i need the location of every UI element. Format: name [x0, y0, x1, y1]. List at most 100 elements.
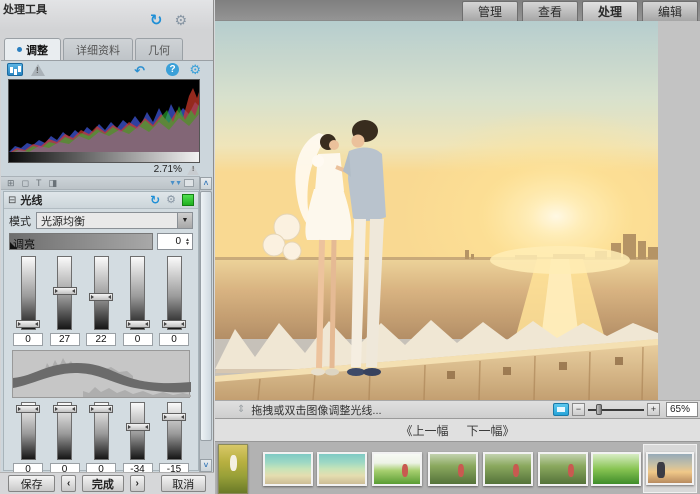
slider-handle[interactable] — [16, 405, 40, 413]
fit-image-icon[interactable] — [553, 403, 569, 416]
tone-slider[interactable] — [21, 402, 36, 460]
filmstrip-thumbnail[interactable] — [428, 452, 478, 486]
scroll-down-button[interactable]: ˅ — [200, 459, 212, 472]
cancel-button[interactable]: 取消 — [161, 475, 206, 492]
light-mode-dropdown[interactable]: 光源均衡 ▼ — [36, 212, 193, 229]
tone-slider[interactable] — [167, 256, 182, 330]
tool-text-icon[interactable]: T — [36, 178, 42, 188]
drag-hint-icon: ⇕ — [237, 404, 245, 415]
mode-tab-view[interactable]: 查看 — [522, 1, 578, 21]
zoom-out-button[interactable]: − — [572, 403, 585, 416]
scroll-up-button[interactable]: ˄ — [200, 177, 212, 190]
save-button[interactable]: 保存 — [8, 475, 55, 492]
filmstrip-thumbnail[interactable] — [538, 452, 588, 486]
slider-handle[interactable] — [53, 405, 77, 413]
filmstrip-thumbnail[interactable] — [263, 452, 313, 486]
filmstrip-thumbnail[interactable] — [218, 444, 248, 494]
slider-handle[interactable] — [89, 293, 113, 301]
thumbnail-image — [485, 454, 531, 484]
tab-adjust[interactable]: 调整 — [4, 38, 61, 60]
mode-tab-process[interactable]: 处理 — [582, 1, 638, 21]
tab-details[interactable]: 详细资料 — [63, 38, 133, 60]
thumbnail-image — [319, 454, 365, 484]
tone-slider[interactable] — [94, 402, 109, 460]
filmstrip-thumbnail-selected[interactable] — [646, 452, 694, 485]
slider-handle[interactable] — [89, 405, 113, 413]
next-image-link[interactable]: 下一幅》 — [467, 422, 515, 439]
tone-sliders-top: 0 27 22 0 0 — [4, 252, 198, 346]
exposure-warning-icon[interactable]: ! — [31, 64, 45, 76]
prev-step-button[interactable]: ‹ — [61, 475, 76, 492]
reset-icon[interactable]: ↻ — [150, 13, 163, 28]
mini-toolbar: ⊞ ◻ T ◨ ▼▼ — [1, 176, 200, 190]
panel-scrollbar[interactable]: ˄ ˅ — [199, 177, 212, 472]
undo-icon[interactable]: ↶ — [134, 63, 145, 79]
tone-slider[interactable] — [130, 256, 145, 330]
process-tool-panel: 处理工具 ↻ ⚙ 调整 详细资料 几何 ! ↶ ? ⚙ — [0, 0, 214, 494]
light-enabled-toggle[interactable] — [182, 194, 194, 206]
tone-curve-display — [12, 350, 190, 398]
light-settings-icon[interactable]: ⚙ — [166, 194, 176, 206]
zoom-slider[interactable] — [588, 403, 644, 416]
filmstrip-thumbnail[interactable] — [591, 452, 641, 486]
adjust-panel-content: ! ↶ ? ⚙ 2.71% ! — [1, 60, 213, 472]
tone-slider[interactable] — [94, 256, 109, 330]
settings-gear-icon[interactable]: ⚙ — [174, 13, 187, 28]
slider-handle[interactable] — [53, 287, 77, 295]
slider-handle[interactable] — [162, 413, 186, 421]
tone-slider[interactable] — [130, 402, 145, 460]
tool-split-icon[interactable]: ◨ — [49, 178, 58, 189]
scrollbar-thumb[interactable] — [200, 191, 212, 441]
histogram-icon[interactable] — [7, 63, 23, 76]
brighten-spinbox[interactable]: 0 ▲▼ — [157, 233, 193, 250]
zoom-slider-thumb[interactable] — [596, 404, 602, 415]
filmstrip-thumbnail[interactable] — [317, 452, 367, 486]
slider-value: 22 — [86, 333, 116, 346]
done-button[interactable]: 完成 — [82, 475, 124, 492]
help-icon[interactable]: ? — [166, 63, 179, 76]
zoom-in-button[interactable]: + — [647, 403, 660, 416]
prev-image-link[interactable]: 《上一幅 — [400, 422, 448, 439]
collapse-section-icon[interactable]: ⊟ — [8, 195, 16, 206]
dropdown-arrow-icon[interactable]: ▼ — [177, 213, 192, 228]
image-nav-bar: 《上一幅 下一幅》 — [215, 419, 700, 441]
tool-grid-icon[interactable]: ⊞ — [7, 178, 15, 189]
tone-slider[interactable] — [21, 256, 36, 330]
filmstrip-thumbnail[interactable] — [372, 452, 422, 486]
tone-slider[interactable] — [57, 402, 72, 460]
warm-tint — [215, 21, 658, 400]
tab-details-label: 详细资料 — [76, 42, 120, 58]
filmstrip-thumbnail[interactable] — [483, 452, 533, 486]
clip-warning-icon[interactable]: ! — [187, 165, 199, 175]
tab-adjust-label: 调整 — [26, 42, 48, 58]
light-reset-icon[interactable]: ↻ — [150, 194, 160, 206]
histogram-plot — [9, 80, 199, 162]
slider-handle[interactable] — [16, 320, 40, 328]
tab-geometry[interactable]: 几何 — [135, 38, 183, 60]
brighten-slider[interactable]: 调亮 — [9, 233, 153, 250]
slider-handle[interactable] — [126, 423, 150, 431]
histogram-settings-icon[interactable]: ⚙ — [189, 62, 201, 78]
rgb-histogram — [8, 79, 200, 163]
thumbnail-image — [374, 454, 420, 484]
tone-slider[interactable] — [167, 402, 182, 460]
slider-handle[interactable] — [162, 320, 186, 328]
spinner-arrows-icon[interactable]: ▲▼ — [183, 238, 192, 246]
thumbnail-image — [430, 454, 476, 484]
collapse-all-icon[interactable]: ▼▼ — [169, 180, 181, 187]
light-section: ⊟ 光线 ↻ ⚙ 模式 光源均衡 ▼ — [3, 191, 199, 471]
photo[interactable] — [215, 21, 658, 400]
zoom-percent[interactable]: 65% — [666, 402, 698, 417]
warning-glyph: ! — [192, 166, 194, 173]
next-step-button[interactable]: › — [130, 475, 145, 492]
filmstrip — [215, 441, 700, 494]
slider-value: 0 — [13, 333, 43, 346]
mode-tab-edit[interactable]: 编辑 — [642, 1, 698, 21]
tool-rect-icon[interactable]: ◻ — [22, 178, 29, 189]
tone-slider[interactable] — [57, 256, 72, 330]
mini-checkbox[interactable] — [184, 179, 194, 187]
slider-handle[interactable] — [126, 320, 150, 328]
filmstrip-selected-frame — [643, 444, 697, 493]
thumbnail-image — [593, 454, 639, 484]
mode-tab-manage[interactable]: 管理 — [462, 1, 518, 21]
